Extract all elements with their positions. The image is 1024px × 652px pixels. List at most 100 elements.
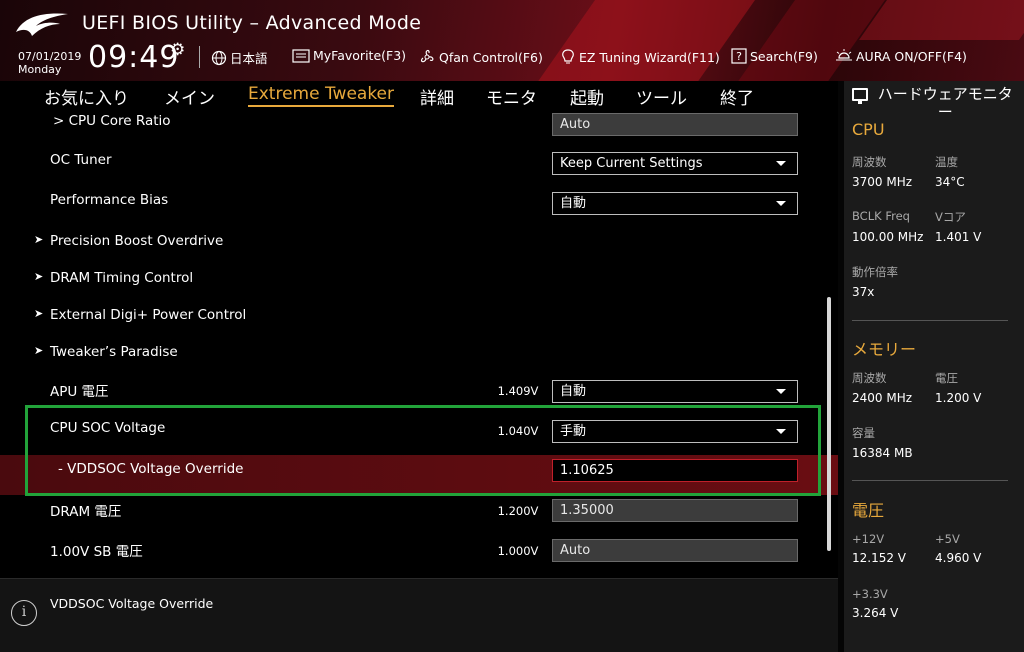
setting-label: > CPU Core Ratio bbox=[53, 113, 171, 129]
memory-section-title: メモリー bbox=[852, 340, 917, 359]
scrollbar[interactable] bbox=[827, 297, 831, 551]
tab-extreme-tweaker[interactable]: Extreme Tweaker bbox=[248, 84, 395, 107]
globe-icon bbox=[211, 50, 227, 65]
setting-label: CPU SOC Voltage bbox=[50, 420, 166, 436]
setting-label: 1.00V SB 電圧 bbox=[50, 544, 143, 560]
sb-voltage-input[interactable]: Auto bbox=[552, 539, 798, 562]
setting-row-cpu-core-ratio[interactable]: > CPU Core Ratio Auto bbox=[0, 111, 838, 143]
submenu-tweakers-paradise[interactable]: ➤ Tweaker’s Paradise bbox=[0, 335, 838, 375]
header-bar: UEFI BIOS Utility – Advanced Mode 07/01/… bbox=[0, 0, 1024, 81]
submenu-precision-boost[interactable]: ➤ Precision Boost Overdrive bbox=[0, 224, 838, 264]
vddsoc-override-input[interactable]: 1.10625 bbox=[552, 459, 798, 482]
cpu-core-ratio-field[interactable]: Auto bbox=[552, 113, 798, 136]
submenu-arrow-icon: ➤ bbox=[34, 344, 44, 357]
dropdown-value: 手動 bbox=[560, 424, 587, 439]
mem-cap-label: 容量 bbox=[852, 426, 875, 440]
vcore-label: Vコア bbox=[935, 210, 966, 224]
ratio-label: 動作倍率 bbox=[852, 265, 898, 279]
setting-row-oc-tuner[interactable]: OC Tuner Keep Current Settings bbox=[0, 143, 838, 183]
vcore-value: 1.401 V bbox=[935, 230, 982, 244]
v12-label: +12V bbox=[852, 532, 885, 546]
lightbulb-icon bbox=[562, 49, 574, 64]
performance-bias-dropdown[interactable]: 自動 bbox=[552, 192, 798, 215]
clock-display: 09:49 bbox=[88, 40, 180, 75]
mem-cap-value: 16384 MB bbox=[852, 446, 913, 460]
submenu-dram-timing[interactable]: ➤ DRAM Timing Control bbox=[0, 261, 838, 301]
submenu-arrow-icon: ➤ bbox=[34, 307, 44, 320]
submenu-arrow-icon: ➤ bbox=[34, 233, 44, 246]
oc-tuner-dropdown[interactable]: Keep Current Settings bbox=[552, 152, 798, 175]
submenu-label: DRAM Timing Control bbox=[50, 270, 194, 286]
tab-monitor[interactable]: モニタ bbox=[486, 84, 537, 109]
mem-freq-label: 周波数 bbox=[852, 371, 887, 385]
setting-label: DRAM 電圧 bbox=[50, 504, 122, 520]
ez-tuning-button[interactable]: EZ Tuning Wizard(F11) bbox=[560, 48, 720, 66]
myfavorite-label: MyFavorite(F3) bbox=[313, 48, 407, 63]
tab-advanced[interactable]: 詳細 bbox=[420, 84, 454, 109]
setting-row-sb-voltage[interactable]: 1.00V SB 電圧 1.000V Auto bbox=[0, 531, 838, 571]
fan-icon bbox=[420, 49, 434, 63]
cpu-freq-label: 周波数 bbox=[852, 155, 887, 169]
dropdown-value: Keep Current Settings bbox=[560, 156, 703, 171]
dropdown-value: 自動 bbox=[560, 196, 587, 211]
setting-row-performance-bias[interactable]: Performance Bias 自動 bbox=[0, 183, 838, 223]
tab-main[interactable]: メイン bbox=[164, 84, 215, 109]
app-title: UEFI BIOS Utility – Advanced Mode bbox=[82, 12, 422, 34]
cpu-temp-label: 温度 bbox=[935, 155, 958, 169]
search-button[interactable]: ? Search(F9) bbox=[731, 48, 818, 64]
chevron-down-icon bbox=[776, 429, 786, 434]
setting-row-vddsoc-override[interactable]: - VDDSOC Voltage Override 1.10625 bbox=[0, 455, 838, 495]
setting-row-apu-voltage[interactable]: APU 電圧 1.409V 自動 bbox=[0, 371, 838, 411]
bclk-value: 100.00 MHz bbox=[852, 230, 924, 244]
v33-label: +3.3V bbox=[852, 587, 888, 601]
mem-volt-value: 1.200 V bbox=[935, 391, 982, 405]
aura-button[interactable]: AURA ON/OFF(F4) bbox=[835, 48, 967, 64]
tab-favorites[interactable]: お気に入り bbox=[44, 84, 129, 109]
v5-label: +5V bbox=[935, 532, 960, 546]
tab-boot[interactable]: 起動 bbox=[570, 84, 604, 109]
bclk-label: BCLK Freq bbox=[852, 209, 910, 223]
voltage-section-title: 電圧 bbox=[852, 501, 885, 520]
submenu-digi-power[interactable]: ➤ External Digi+ Power Control bbox=[0, 298, 838, 338]
submenu-label: Precision Boost Overdrive bbox=[50, 233, 224, 249]
aura-icon bbox=[836, 49, 852, 61]
language-button[interactable]: 日本語 bbox=[211, 48, 268, 67]
setting-row-cpu-soc-voltage[interactable]: CPU SOC Voltage 1.040V 手動 bbox=[0, 411, 838, 451]
language-label: 日本語 bbox=[230, 51, 268, 66]
info-icon: i bbox=[11, 600, 37, 626]
dropdown-value: 自動 bbox=[560, 384, 587, 399]
aura-label: AURA ON/OFF(F4) bbox=[856, 48, 967, 64]
cpu-temp-value: 34°C bbox=[935, 175, 965, 189]
ratio-value: 37x bbox=[852, 285, 875, 299]
chevron-down-icon bbox=[776, 201, 786, 206]
tab-bar: お気に入り メイン Extreme Tweaker 詳細 モニタ 起動 ツール … bbox=[0, 81, 838, 111]
setting-label: OC Tuner bbox=[50, 152, 112, 168]
gear-icon[interactable]: ⚙ bbox=[170, 40, 185, 60]
cpu-freq-value: 3700 MHz bbox=[852, 175, 913, 189]
day-value: Monday bbox=[18, 63, 62, 76]
monitor-title: ハードウェアモニター bbox=[852, 85, 1022, 121]
tab-exit[interactable]: 終了 bbox=[720, 84, 754, 109]
setting-label: Performance Bias bbox=[50, 192, 169, 208]
setting-label: APU 電圧 bbox=[50, 384, 109, 400]
mem-freq-value: 2400 MHz bbox=[852, 391, 913, 405]
setting-label: - VDDSOC Voltage Override bbox=[58, 461, 244, 477]
date-display: 07/01/2019 Monday bbox=[18, 50, 81, 76]
qfan-button[interactable]: Qfan Control(F6) bbox=[418, 48, 543, 66]
submenu-label: External Digi+ Power Control bbox=[50, 307, 247, 323]
myfavorite-button[interactable]: MyFavorite(F3) bbox=[292, 48, 406, 63]
submenu-label: Tweaker’s Paradise bbox=[50, 344, 178, 360]
section-divider bbox=[852, 320, 1008, 321]
monitor-title-text: ハードウェアモニター bbox=[877, 85, 1013, 121]
setting-row-dram-voltage[interactable]: DRAM 電圧 1.200V 1.35000 bbox=[0, 491, 838, 531]
voltage-reading: 1.200V bbox=[490, 499, 546, 523]
myfavorite-icon bbox=[292, 48, 310, 63]
dram-voltage-input[interactable]: 1.35000 bbox=[552, 499, 798, 522]
voltage-reading: 1.040V bbox=[490, 419, 546, 443]
apu-voltage-dropdown[interactable]: 自動 bbox=[552, 380, 798, 403]
submenu-arrow-icon: ➤ bbox=[34, 270, 44, 283]
cpu-section-title: CPU bbox=[852, 120, 885, 139]
cpu-soc-voltage-dropdown[interactable]: 手動 bbox=[552, 420, 798, 443]
tab-tool[interactable]: ツール bbox=[636, 84, 687, 109]
search-label: Search(F9) bbox=[750, 48, 818, 64]
